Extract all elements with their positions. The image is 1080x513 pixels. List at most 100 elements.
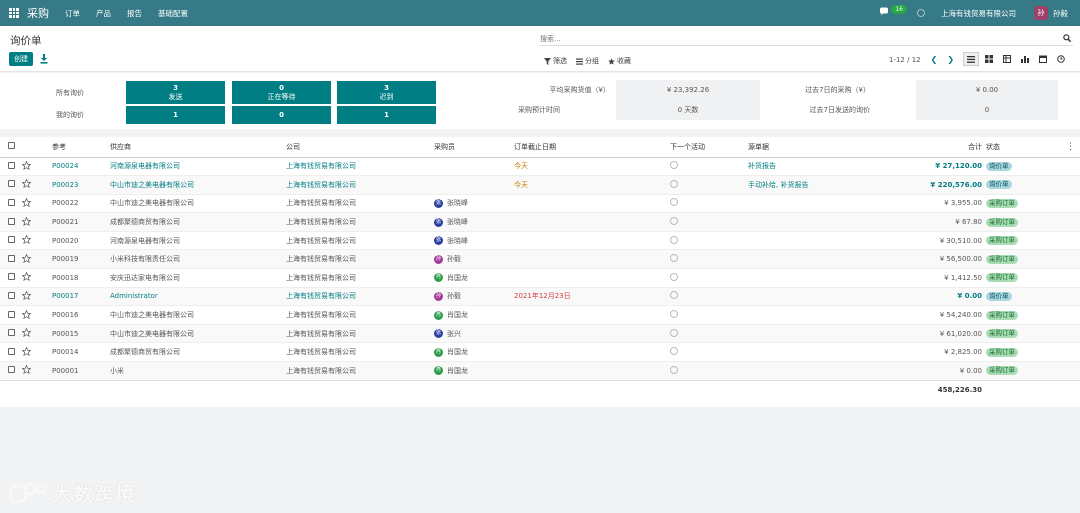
activity-clock-icon[interactable] xyxy=(670,235,678,244)
table-row[interactable]: P00001 小米 上海有钱贸易有限公司 肖肖国龙 ¥ 0.00 采购订单 xyxy=(0,361,1080,381)
tile-waiting-all[interactable]: 0 正在等待 xyxy=(232,81,331,104)
row-vendor[interactable]: 中山市迪之美电器有限公司 xyxy=(110,323,286,343)
tile-sent-all[interactable]: 3 发送 xyxy=(126,81,225,104)
optional-columns-icon[interactable]: ⋮ xyxy=(1066,142,1075,152)
star-icon[interactable] xyxy=(22,197,31,207)
table-row[interactable]: P00024 河南源泉电器有限公司 上海有钱贸易有限公司 今天 补货报告 ¥ 2… xyxy=(0,156,1080,176)
row-company[interactable]: 上海有钱贸易有限公司 xyxy=(286,193,434,213)
row-checkbox[interactable] xyxy=(8,180,15,188)
col-deadline[interactable]: 订单截止日期 xyxy=(514,137,670,158)
row-vendor[interactable]: 安庆迅达家电有限公司 xyxy=(110,268,286,288)
row-ref[interactable]: P00021 xyxy=(52,212,110,232)
create-button[interactable]: 创建 xyxy=(9,52,33,66)
activity-clock-icon[interactable] xyxy=(670,291,678,300)
row-company[interactable]: 上海有钱贸易有限公司 xyxy=(286,268,434,288)
row-checkbox[interactable] xyxy=(8,161,15,169)
table-row[interactable]: P00021 成都聚德商贸有限公司 上海有钱贸易有限公司 张张晓峰 ¥ 67.8… xyxy=(0,212,1080,232)
row-ref[interactable]: P00024 xyxy=(52,156,110,176)
row-ref[interactable]: P00014 xyxy=(52,342,110,362)
row-vendor[interactable]: 成都聚德商贸有限公司 xyxy=(110,212,286,232)
col-source[interactable]: 源单据 xyxy=(748,137,908,158)
star-icon[interactable] xyxy=(22,290,31,300)
table-row[interactable]: P00023 中山市迪之美电器有限公司 上海有钱贸易有限公司 今天 手动补给, … xyxy=(0,175,1080,195)
row-company[interactable]: 上海有钱贸易有限公司 xyxy=(286,230,434,250)
graph-view-icon[interactable] xyxy=(1017,52,1033,66)
col-vendor[interactable]: 供应商 xyxy=(110,137,286,158)
activity-view-icon[interactable] xyxy=(1053,52,1069,66)
tile-waiting-mine[interactable]: 0 xyxy=(232,106,331,124)
col-buyer[interactable]: 采购员 xyxy=(434,137,514,158)
search-input[interactable] xyxy=(540,33,1040,45)
activity-clock-icon[interactable] xyxy=(670,272,678,281)
row-checkbox[interactable] xyxy=(8,236,15,244)
row-company[interactable]: 上海有钱贸易有限公司 xyxy=(286,156,434,176)
pager-next-icon[interactable]: ❯ xyxy=(947,55,954,64)
pager-previous-icon[interactable]: ❮ xyxy=(931,55,938,64)
activity-clock-icon[interactable] xyxy=(670,161,678,170)
pager-value[interactable]: 1-12 / 12 xyxy=(889,56,921,64)
row-checkbox[interactable] xyxy=(8,198,15,206)
activity-clock-icon[interactable] xyxy=(670,310,678,319)
row-ref[interactable]: P00017 xyxy=(52,286,110,306)
chat-icon[interactable] xyxy=(879,7,890,20)
row-vendor[interactable]: 中山市迪之美电器有限公司 xyxy=(110,193,286,213)
filters-button[interactable]: 筛选 xyxy=(544,56,567,66)
company-switcher[interactable]: 上海有钱贸易有限公司 xyxy=(941,8,1016,19)
col-status[interactable]: 状态 xyxy=(986,137,1066,158)
table-row[interactable]: P00018 安庆迅达家电有限公司 上海有钱贸易有限公司 肖肖国龙 ¥ 1,41… xyxy=(0,268,1080,288)
col-total[interactable]: 合计 xyxy=(908,137,986,158)
search-icon[interactable] xyxy=(1063,34,1072,43)
app-name[interactable]: 采购 xyxy=(27,5,49,21)
row-ref[interactable]: P00022 xyxy=(52,193,110,213)
row-checkbox[interactable] xyxy=(8,291,15,299)
pivot-view-icon[interactable] xyxy=(999,52,1015,66)
activity-clock-icon[interactable] xyxy=(670,254,678,263)
tile-late-mine[interactable]: 1 xyxy=(337,106,436,124)
row-ref[interactable]: P00023 xyxy=(52,175,110,195)
row-checkbox[interactable] xyxy=(8,217,15,225)
menu-products[interactable]: 产品 xyxy=(96,8,111,19)
row-vendor[interactable]: 河南源泉电器有限公司 xyxy=(110,156,286,176)
download-icon[interactable] xyxy=(40,54,48,64)
table-row[interactable]: P00015 中山市迪之美电器有限公司 上海有钱贸易有限公司 张张兴 ¥ 61,… xyxy=(0,323,1080,343)
menu-reporting[interactable]: 报告 xyxy=(127,8,142,19)
row-company[interactable]: 上海有钱贸易有限公司 xyxy=(286,212,434,232)
row-checkbox[interactable] xyxy=(8,273,15,281)
row-ref[interactable]: P00016 xyxy=(52,305,110,325)
row-checkbox[interactable] xyxy=(8,366,15,374)
activity-clock-icon[interactable] xyxy=(917,9,925,17)
table-row[interactable]: P00014 成都聚德商贸有限公司 上海有钱贸易有限公司 肖肖国龙 ¥ 2,82… xyxy=(0,342,1080,362)
avatar[interactable]: 孙 xyxy=(1034,6,1048,20)
row-vendor[interactable]: 河南源泉电器有限公司 xyxy=(110,230,286,250)
row-checkbox[interactable] xyxy=(8,310,15,318)
tile-sent-mine[interactable]: 1 xyxy=(126,106,225,124)
activity-clock-icon[interactable] xyxy=(670,179,678,188)
activity-clock-icon[interactable] xyxy=(670,198,678,207)
activity-clock-icon[interactable] xyxy=(670,328,678,337)
table-row[interactable]: P00020 河南源泉电器有限公司 上海有钱贸易有限公司 张张晓峰 ¥ 30,5… xyxy=(0,230,1080,250)
row-company[interactable]: 上海有钱贸易有限公司 xyxy=(286,342,434,362)
row-ref[interactable]: P00019 xyxy=(52,249,110,269)
menu-orders[interactable]: 订单 xyxy=(65,8,80,19)
activity-clock-icon[interactable] xyxy=(670,217,678,226)
row-company[interactable]: 上海有钱贸易有限公司 xyxy=(286,249,434,269)
row-company[interactable]: 上海有钱贸易有限公司 xyxy=(286,323,434,343)
star-icon[interactable] xyxy=(22,272,31,282)
star-icon[interactable] xyxy=(22,365,31,375)
row-company[interactable]: 上海有钱贸易有限公司 xyxy=(286,175,434,195)
col-ref[interactable]: 参考 xyxy=(52,137,110,158)
calendar-view-icon[interactable] xyxy=(1035,52,1051,66)
user-menu[interactable]: 孙毅 xyxy=(1053,8,1068,19)
star-icon[interactable] xyxy=(22,328,31,338)
col-company[interactable]: 公司 xyxy=(286,137,434,158)
table-row[interactable]: P00017 Administrator 上海有钱贸易有限公司 孙孙毅 2021… xyxy=(0,286,1080,306)
col-activity[interactable]: 下一个活动 xyxy=(670,137,748,158)
row-ref[interactable]: P00015 xyxy=(52,323,110,343)
row-vendor[interactable]: 小米科技有限责任公司 xyxy=(110,249,286,269)
row-checkbox[interactable] xyxy=(8,347,15,355)
activity-clock-icon[interactable] xyxy=(670,365,678,374)
table-row[interactable]: P00019 小米科技有限责任公司 上海有钱贸易有限公司 孙孙毅 ¥ 56,50… xyxy=(0,249,1080,269)
star-icon[interactable] xyxy=(22,309,31,319)
star-icon[interactable] xyxy=(22,346,31,356)
row-vendor[interactable]: 中山市迪之美电器有限公司 xyxy=(110,305,286,325)
